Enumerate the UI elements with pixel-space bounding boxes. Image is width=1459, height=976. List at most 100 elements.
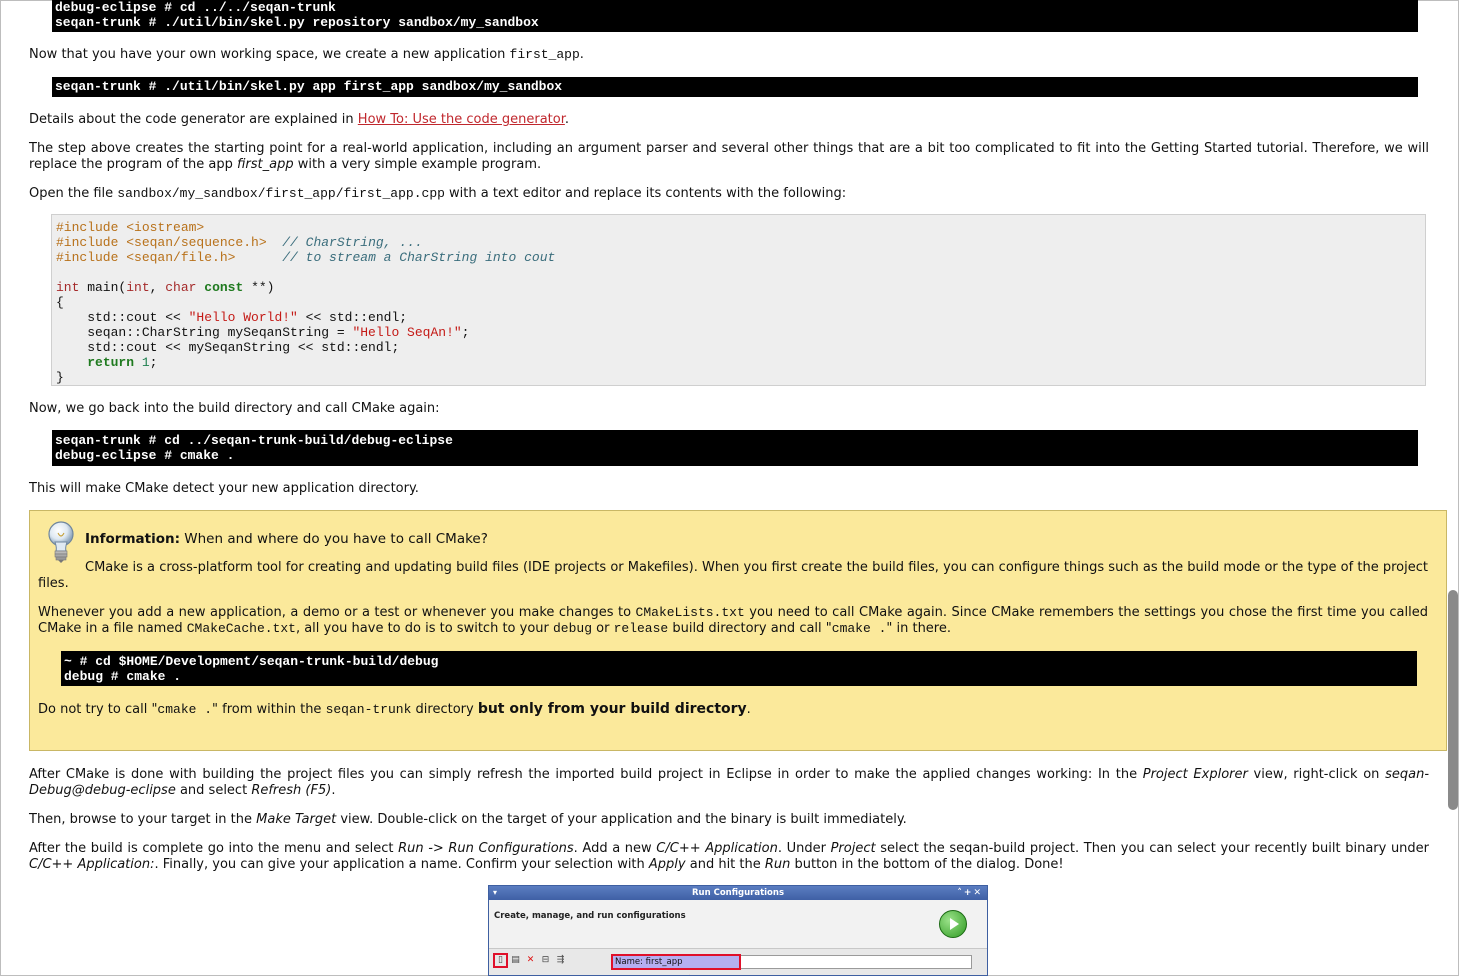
howto-code-generator-link[interactable]: How To: Use the code generator bbox=[358, 112, 565, 127]
emphasis: Run bbox=[764, 857, 791, 872]
emphasis: Make Target bbox=[256, 812, 337, 827]
text: . Finally, you can give your application… bbox=[154, 857, 649, 872]
paragraph-open-file: Open the file sandbox/my_sandbox/first_a… bbox=[29, 186, 1429, 202]
terminal-line: seqan-trunk # cd ../seqan-trunk-build/de… bbox=[55, 433, 453, 448]
information-box: Information: When and where do you have … bbox=[29, 510, 1447, 751]
terminal-line: seqan-trunk # ./util/bin/skel.py app fir… bbox=[55, 79, 563, 94]
paragraph-go-back: Now, we go back into the build directory… bbox=[29, 401, 440, 416]
paragraph-refresh-eclipse: After CMake is done with building the pr… bbox=[29, 767, 1429, 799]
paragraph-code-generator: Details about the code generator are exp… bbox=[29, 112, 1429, 128]
text: " in there. bbox=[886, 621, 951, 636]
info-paragraph-when: Whenever you add a new application, a de… bbox=[38, 605, 1428, 637]
inline-code: sandbox/my_sandbox/first_app/first_app.c… bbox=[117, 186, 445, 201]
code-include: #include <seqan/sequence.h> bbox=[56, 235, 267, 250]
code-text: << std::endl; bbox=[297, 310, 408, 325]
inline-code: CMakeCache.txt bbox=[186, 621, 296, 636]
emphasis: Refresh (F5) bbox=[251, 783, 332, 798]
inline-code: first_app bbox=[509, 47, 580, 62]
run-configurations-screenshot: ▾ Run Configurations ˄+✕ Create, manage,… bbox=[488, 885, 988, 976]
inline-code: cmake . bbox=[157, 702, 213, 717]
info-title-text: When and where do you have to call CMake… bbox=[179, 531, 488, 547]
collapse-icon: ⊟ bbox=[541, 955, 550, 965]
arrow-marker-icon: ▲ bbox=[686, 971, 694, 975]
code-text: seqan::CharString mySeqanString = bbox=[56, 325, 353, 340]
inline-code: debug bbox=[553, 621, 593, 636]
text: button in the bottom of the dialog. Done… bbox=[790, 857, 1064, 872]
info-paragraph-cmake: CMake is a cross-platform tool for creat… bbox=[38, 560, 1428, 591]
window-controls-icon: ˄+✕ bbox=[957, 888, 983, 898]
code-string: "Hello World!" bbox=[188, 310, 298, 325]
text: . bbox=[579, 47, 584, 62]
lightbulb-icon bbox=[48, 521, 74, 563]
code-text: { bbox=[56, 295, 64, 310]
text: with a text editor and replace its conte… bbox=[444, 186, 847, 201]
terminal-line: debug-eclipse # cmake . bbox=[55, 448, 235, 463]
text: . Add a new bbox=[573, 841, 657, 856]
emphasis: Project Explorer bbox=[1142, 767, 1248, 782]
code-keyword: const bbox=[204, 280, 244, 295]
info-paragraph-warning: Do not try to call "cmake ." from within… bbox=[38, 701, 1428, 718]
code-text: main( bbox=[79, 280, 127, 295]
code-comment: // to stream a CharString into cout bbox=[282, 250, 556, 265]
text: Details about the code generator are exp… bbox=[29, 112, 358, 127]
code-include: #include <iostream> bbox=[56, 220, 205, 235]
code-keyword: return bbox=[87, 355, 135, 370]
name-value: first_app bbox=[645, 957, 683, 967]
terminal-line: ~ # cd $HOME/Development/seqan-trunk-bui… bbox=[64, 654, 439, 669]
terminal-block-skel-repository: debug-eclipse # cd ../../seqan-trunk seq… bbox=[52, 0, 1418, 32]
emphasis: Run -> Run Configurations bbox=[398, 841, 574, 856]
inline-code: CMakeLists.txt bbox=[635, 605, 745, 620]
paragraph-step-above: The step above creates the starting poin… bbox=[29, 141, 1429, 173]
text: " from within the bbox=[212, 702, 326, 717]
info-title-bold: Information: bbox=[85, 531, 180, 547]
text: Do not try to call " bbox=[38, 702, 158, 717]
text: Then, browse to your target in the bbox=[29, 812, 257, 827]
code-comment: // CharString, ... bbox=[282, 235, 423, 250]
code-text: ; bbox=[149, 355, 158, 370]
text: After CMake is done with building the pr… bbox=[29, 767, 1143, 782]
info-terminal-block: ~ # cd $HOME/Development/seqan-trunk-bui… bbox=[61, 651, 1417, 686]
inline-code: cmake . bbox=[831, 621, 887, 636]
text: After the build is complete go into the … bbox=[29, 841, 399, 856]
text: and hit the bbox=[685, 857, 765, 872]
emphasis: Apply bbox=[648, 857, 686, 872]
bold-text: but only from your build directory bbox=[477, 701, 747, 717]
text: and select bbox=[175, 783, 252, 798]
text: build directory and call " bbox=[668, 621, 832, 636]
dialog-subtitle: Create, manage, and run configurations bbox=[494, 911, 686, 921]
terminal-line: debug-eclipse # cd ../../seqan-trunk bbox=[55, 0, 336, 15]
terminal-block-cmake: seqan-trunk # cd ../seqan-trunk-build/de… bbox=[52, 430, 1418, 466]
window-menu-icon: ▾ bbox=[493, 888, 498, 897]
config-name-field: Name: first_app bbox=[611, 954, 972, 970]
info-title: Information: When and where do you have … bbox=[85, 531, 1425, 547]
text: view, right-click on bbox=[1247, 767, 1386, 782]
delete-icon: ✕ bbox=[526, 955, 535, 965]
code-keyword: char bbox=[165, 280, 197, 295]
terminal-line: debug # cmake . bbox=[64, 669, 182, 684]
page-scrollbar[interactable] bbox=[1448, 590, 1458, 810]
code-keyword: int bbox=[126, 280, 150, 295]
text: with a very simple example program. bbox=[293, 157, 542, 172]
code-include: #include <seqan/file.h> bbox=[56, 250, 236, 265]
code-text: std::cout << mySeqanString << std::endl; bbox=[56, 340, 400, 355]
run-play-icon bbox=[939, 910, 967, 938]
emphasis: Project bbox=[830, 841, 876, 856]
code-text: **) bbox=[243, 280, 275, 295]
text: view. Double-click on the target of your… bbox=[336, 812, 907, 827]
dialog-title: Run Configurations bbox=[691, 888, 785, 898]
text: or bbox=[592, 621, 614, 636]
text: . bbox=[564, 112, 569, 127]
paragraph-run-configurations: After the build is complete go into the … bbox=[29, 841, 1429, 873]
code-string: "Hello SeqAn!" bbox=[352, 325, 462, 340]
code-text: std::cout << bbox=[56, 310, 189, 325]
paragraph-detect-directory: This will make CMake detect your new app… bbox=[29, 481, 419, 496]
paragraph-make-target: Then, browse to your target in the Make … bbox=[29, 812, 1429, 828]
terminal-block-skel-app: seqan-trunk # ./util/bin/skel.py app fir… bbox=[52, 77, 1418, 97]
text: Whenever you add a new application, a de… bbox=[38, 605, 636, 620]
inline-code: seqan-trunk bbox=[325, 702, 412, 717]
text: Open the file bbox=[29, 186, 118, 201]
dialog-toolbar: ▯ ▤ ✕ ⊟ ⇶ bbox=[493, 953, 566, 968]
text: directory bbox=[411, 702, 478, 717]
text: , all you have to do is to switch to you… bbox=[295, 621, 553, 636]
dialog-title-bar: ▾ Run Configurations ˄+✕ bbox=[489, 886, 987, 900]
